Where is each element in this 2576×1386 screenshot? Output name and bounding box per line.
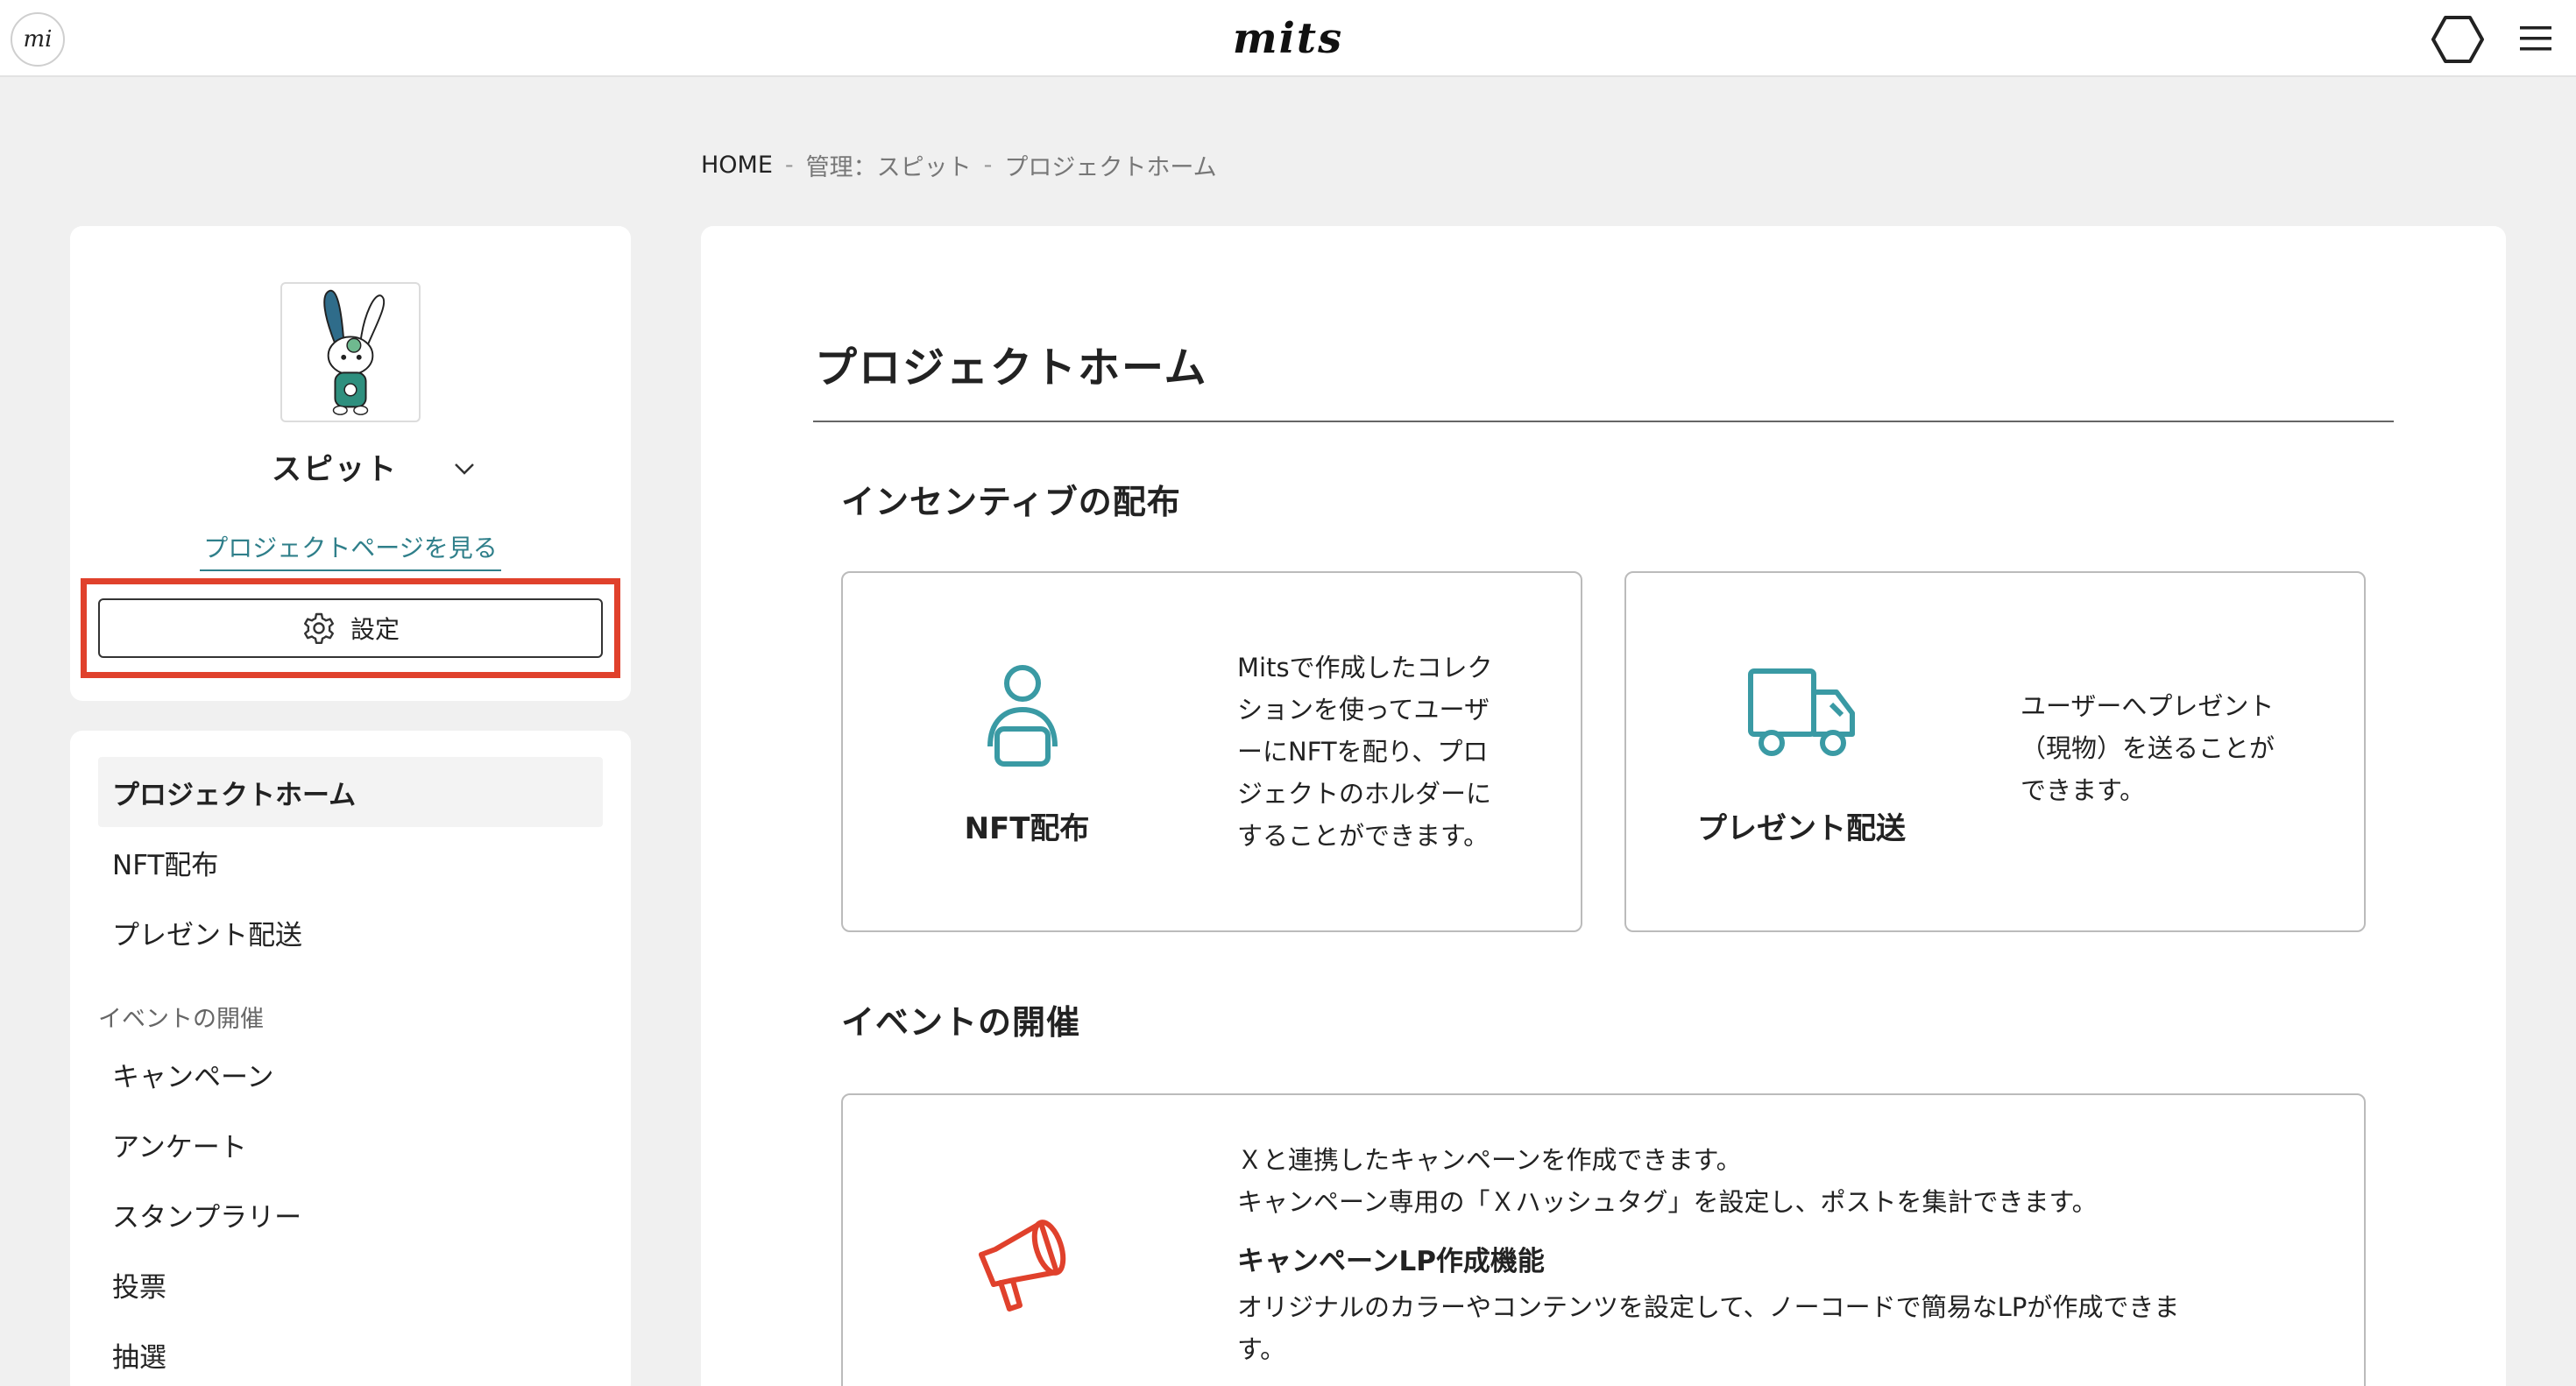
sidebar-item-vote[interactable]: 投票 (98, 1249, 603, 1319)
sidebar-item-project-home[interactable]: プロジェクトホーム (98, 757, 603, 827)
hexagon-icon[interactable] (2431, 14, 2485, 65)
present-card-title: プレゼント配送 (1697, 811, 1906, 846)
sidebar-nav: プロジェクトホーム NFT配布 プレゼント配送 イベントの開催 キャンペーン ア… (70, 731, 631, 1386)
chevron-down-icon[interactable] (449, 456, 480, 482)
sidebar-section-events: イベントの開催 (98, 1005, 264, 1033)
gear-icon (303, 612, 334, 644)
mi-logo-icon[interactable]: mi (11, 12, 65, 67)
sidebar-item-survey[interactable]: アンケート (98, 1109, 603, 1179)
present-card-description: ユーザーへプレゼント （現物）を送ることが できます。 (2020, 691, 2275, 805)
nft-card-description: Mitsで作成したコレク ションを使ってユーザ ーにNFTを配り、プロ ジェクト… (1237, 653, 1493, 851)
campaign-lp-desc-line1: オリジナルのカラーやコンテンツを設定して、ノーコードで簡易なLPが作成できま (1237, 1292, 2180, 1322)
hamburger-menu-icon[interactable] (2518, 23, 2553, 54)
view-project-page-link[interactable]: プロジェクトページを見る (200, 531, 501, 571)
breadcrumb-admin[interactable]: 管理：スピット (806, 148, 972, 182)
title-divider (813, 421, 2394, 422)
megaphone-icon (979, 1220, 1066, 1312)
campaign-lp-desc-line2: す。 (1237, 1334, 1286, 1364)
sidebar-item-nft[interactable]: NFT配布 (98, 827, 603, 897)
brand-logo[interactable]: mits (1227, 12, 1349, 65)
sidebar-item-present[interactable]: プレゼント配送 (98, 897, 603, 967)
truck-icon (1748, 668, 1855, 756)
incentive-section-title: インセンティブの配布 (841, 483, 1181, 521)
settings-button-label: 設定 (350, 615, 400, 644)
main-content: プロジェクトホーム インセンティブの配布 NFT配布 Mitsで作成したコレク … (701, 226, 2506, 1386)
sidebar-item-lottery[interactable]: 抽選 (98, 1319, 603, 1386)
sidebar-item-label: NFT配布 (112, 849, 219, 881)
present-delivery-card[interactable]: プレゼント配送 ユーザーへプレゼント （現物）を送ることが できます。 (1624, 571, 2366, 932)
sidebar-item-label: キャンペーン (112, 1061, 274, 1093)
sidebar-item-campaign[interactable]: キャンペーン (98, 1039, 603, 1109)
nft-card-title: NFT配布 (964, 811, 1090, 846)
breadcrumb-home[interactable]: HOME (701, 152, 773, 179)
campaign-desc-line2: キャンペーン専用の「Ｘハッシュタグ」を設定し、ポストを集計できます。 (1237, 1187, 2098, 1217)
breadcrumb-current: プロジェクトホーム (1004, 153, 1217, 181)
campaign-desc-line1: Ｘと連携したキャンペーンを作成できます。 (1237, 1145, 1742, 1175)
rabbit-mascot-icon (323, 289, 386, 415)
sidebar-item-stamp-rally[interactable]: スタンプラリー (98, 1179, 603, 1249)
person-icon (987, 665, 1058, 767)
sidebar-item-label: プレゼント配送 (112, 919, 302, 951)
breadcrumb-separator: - (784, 151, 794, 179)
sidebar-item-label: プロジェクトホーム (112, 779, 357, 811)
breadcrumb: HOME - 管理：スピット - プロジェクトホーム (701, 147, 1217, 182)
settings-button[interactable]: 設定 (98, 598, 603, 658)
top-header: mi mits (0, 0, 2576, 77)
project-card: スピット プロジェクトページを見る 設定 (70, 226, 631, 701)
project-name: スピット (272, 452, 398, 487)
campaign-card[interactable]: Ｘと連携したキャンペーンを作成できます。 キャンペーン専用の「Ｘハッシュタグ」を… (841, 1093, 2366, 1386)
event-section-title: イベントの開催 (841, 1003, 1081, 1042)
sidebar-item-label: 抽選 (112, 1341, 166, 1374)
project-avatar (280, 282, 421, 422)
sidebar-item-label: スタンプラリー (112, 1201, 302, 1234)
nft-distribution-card[interactable]: NFT配布 Mitsで作成したコレク ションを使ってユーザ ーにNFTを配り、プ… (841, 571, 1582, 932)
campaign-lp-title: キャンペーンLP作成機能 (1237, 1246, 1545, 1277)
sidebar-item-label: 投票 (112, 1271, 166, 1304)
page-title: プロジェクトホーム (815, 343, 1208, 392)
breadcrumb-separator: - (983, 151, 993, 179)
sidebar-item-label: アンケート (112, 1131, 247, 1163)
